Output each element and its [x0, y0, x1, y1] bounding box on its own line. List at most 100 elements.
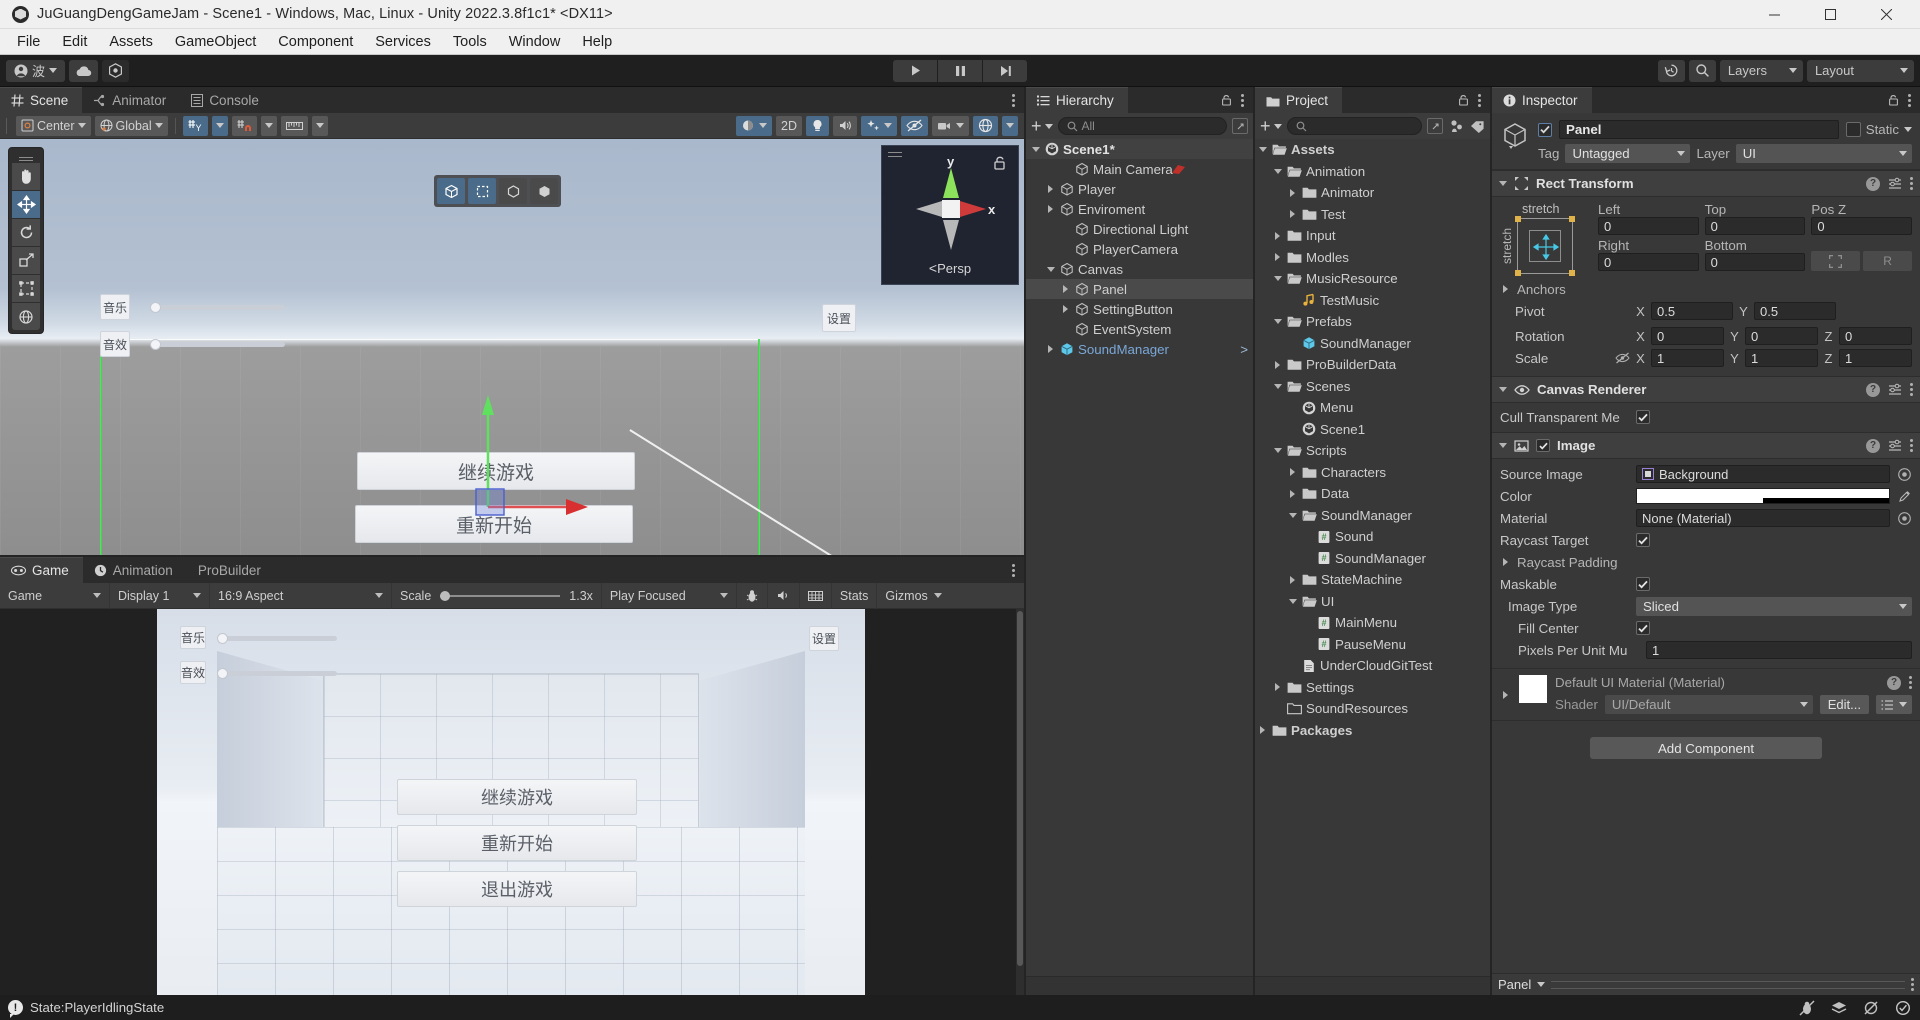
- rotation-y-field[interactable]: 0: [1745, 327, 1818, 345]
- tree-row[interactable]: Packages: [1255, 720, 1490, 742]
- snap-dropdown[interactable]: [260, 115, 277, 136]
- tree-row[interactable]: TestMusic: [1255, 290, 1490, 312]
- game-menu-button-quit[interactable]: 退出游戏: [397, 871, 637, 907]
- game-music-chip[interactable]: 音乐: [180, 626, 206, 649]
- menu-edit[interactable]: Edit: [51, 32, 98, 52]
- material-field[interactable]: None (Material): [1636, 509, 1890, 527]
- material-picker[interactable]: [1896, 511, 1912, 525]
- tree-row[interactable]: SoundManager: [1255, 333, 1490, 355]
- preset-icon[interactable]: [1888, 439, 1902, 452]
- game-playmode-dropdown[interactable]: Play Focused: [602, 582, 737, 609]
- fill-center-checkbox[interactable]: [1636, 621, 1650, 635]
- tag-dropdown[interactable]: Untagged: [1565, 144, 1691, 163]
- overlay-rect-tool[interactable]: [468, 178, 496, 204]
- hierarchy-add-button[interactable]: +: [1031, 117, 1053, 135]
- toggle-2d-button[interactable]: 2D: [776, 115, 802, 136]
- game-menu-button[interactable]: [1012, 563, 1015, 577]
- menu-file[interactable]: File: [6, 32, 51, 52]
- raycast-target-checkbox[interactable]: [1636, 533, 1650, 547]
- undo-history-button[interactable]: [1657, 59, 1685, 82]
- menu-assets[interactable]: Assets: [98, 32, 164, 52]
- bottom-field[interactable]: 0: [1704, 253, 1806, 271]
- pivot-rotation-dropdown[interactable]: Global: [94, 115, 168, 136]
- preset-icon[interactable]: [1888, 383, 1902, 396]
- tree-row[interactable]: Enviroment: [1026, 199, 1253, 219]
- grid-visibility-button[interactable]: Y: [182, 115, 208, 136]
- static-toggle-group[interactable]: Static: [1845, 122, 1912, 137]
- rotate-tool-button[interactable]: [12, 219, 40, 246]
- chevron-down-icon[interactable]: [1904, 127, 1912, 132]
- warning-bubble-icon[interactable]: !: [8, 1000, 23, 1018]
- tree-row[interactable]: Assets: [1255, 139, 1490, 161]
- component-menu-button[interactable]: [1910, 383, 1913, 396]
- no-preview-icon[interactable]: [1862, 1000, 1880, 1016]
- project-label-icon[interactable]: [1469, 118, 1485, 134]
- shader-edit-button[interactable]: Edit...: [1819, 695, 1869, 714]
- tree-row[interactable]: Directional Light: [1026, 219, 1253, 239]
- tree-row[interactable]: Scene1: [1255, 419, 1490, 441]
- tree-row[interactable]: StateMachine: [1255, 569, 1490, 591]
- object-enabled-checkbox[interactable]: [1538, 122, 1552, 137]
- component-header-image[interactable]: Image ?: [1492, 432, 1920, 459]
- source-image-picker[interactable]: [1896, 467, 1912, 481]
- scene-lighting-button[interactable]: [806, 115, 829, 136]
- tree-row[interactable]: Test: [1255, 204, 1490, 226]
- game-view-scrollbar[interactable]: [1016, 609, 1024, 995]
- project-search-input[interactable]: [1286, 117, 1422, 135]
- tab-project[interactable]: Project: [1255, 87, 1343, 113]
- project-add-button[interactable]: +: [1260, 117, 1282, 135]
- lock-toggle-icon[interactable]: [1221, 94, 1232, 106]
- tab-hierarchy[interactable]: Hierarchy: [1026, 87, 1128, 113]
- tree-row[interactable]: Data: [1255, 483, 1490, 505]
- axis-gizmo[interactable]: y x: [882, 152, 1020, 264]
- layers-dropdown[interactable]: Layers: [1719, 59, 1803, 82]
- tab-scene[interactable]: Scene: [0, 87, 83, 113]
- hierarchy-tree[interactable]: Scene1* Main Camera Player Enviroment Direct…: [1026, 139, 1253, 976]
- scale-x-field[interactable]: 1: [1651, 349, 1724, 367]
- transform-tool-button[interactable]: [12, 303, 40, 330]
- tree-row[interactable]: MusicResource: [1255, 268, 1490, 290]
- game-stats-button[interactable]: Stats: [832, 582, 878, 609]
- play-button[interactable]: [893, 59, 937, 82]
- game-target-dropdown[interactable]: Game: [0, 582, 110, 609]
- image-type-dropdown[interactable]: Sliced: [1636, 596, 1912, 616]
- game-scale-slider[interactable]: Scale 1.3x: [392, 582, 602, 609]
- game-display-dropdown[interactable]: Display 1: [110, 582, 210, 609]
- scene-camera-dropdown[interactable]: [932, 115, 969, 136]
- toolbar-grip[interactable]: [6, 117, 12, 134]
- slider-knob[interactable]: [217, 633, 228, 644]
- object-name-field[interactable]: Panel: [1559, 120, 1839, 139]
- tree-row[interactable]: PlayerCamera: [1026, 239, 1253, 259]
- tree-row[interactable]: # Sound: [1255, 526, 1490, 548]
- minimize-button[interactable]: [1746, 0, 1802, 29]
- tree-row[interactable]: Input: [1255, 225, 1490, 247]
- tree-row[interactable]: UI: [1255, 591, 1490, 613]
- overlay-move-tool[interactable]: [437, 178, 465, 204]
- tree-row[interactable]: Scripts: [1255, 440, 1490, 462]
- maskable-checkbox[interactable]: [1636, 577, 1650, 591]
- menu-services[interactable]: Services: [364, 32, 442, 52]
- tree-row[interactable]: Player: [1026, 179, 1253, 199]
- scene-audio-button[interactable]: [833, 115, 857, 136]
- game-framedebug-button[interactable]: [800, 582, 832, 609]
- scene-menu-button[interactable]: [1012, 93, 1015, 107]
- tree-row[interactable]: SoundManager: [1255, 505, 1490, 527]
- tree-row[interactable]: SoundResources: [1255, 698, 1490, 720]
- status-message[interactable]: State:PlayerIdlingState: [30, 1000, 164, 1015]
- game-aspect-dropdown[interactable]: 16:9 Aspect: [210, 582, 392, 609]
- tree-row[interactable]: SettingButton: [1026, 299, 1253, 319]
- game-sfx-slider[interactable]: [217, 668, 337, 679]
- gizmo-projection-label[interactable]: <Persp: [882, 260, 1018, 276]
- posz-field[interactable]: 0: [1811, 217, 1913, 235]
- scrollbar-thumb[interactable]: [1017, 611, 1023, 967]
- top-field[interactable]: 0: [1704, 217, 1806, 235]
- menu-tools[interactable]: Tools: [442, 32, 498, 52]
- hidden-objects-button[interactable]: [901, 115, 928, 136]
- tree-row[interactable]: EventSystem: [1026, 319, 1253, 339]
- color-swatch[interactable]: [1636, 488, 1890, 504]
- search-button[interactable]: [1688, 59, 1716, 82]
- game-sfx-chip[interactable]: 音效: [180, 661, 206, 684]
- scale-z-field[interactable]: 1: [1839, 349, 1912, 367]
- tree-row[interactable]: Menu: [1255, 397, 1490, 419]
- foldout-caret-icon[interactable]: [1499, 443, 1507, 448]
